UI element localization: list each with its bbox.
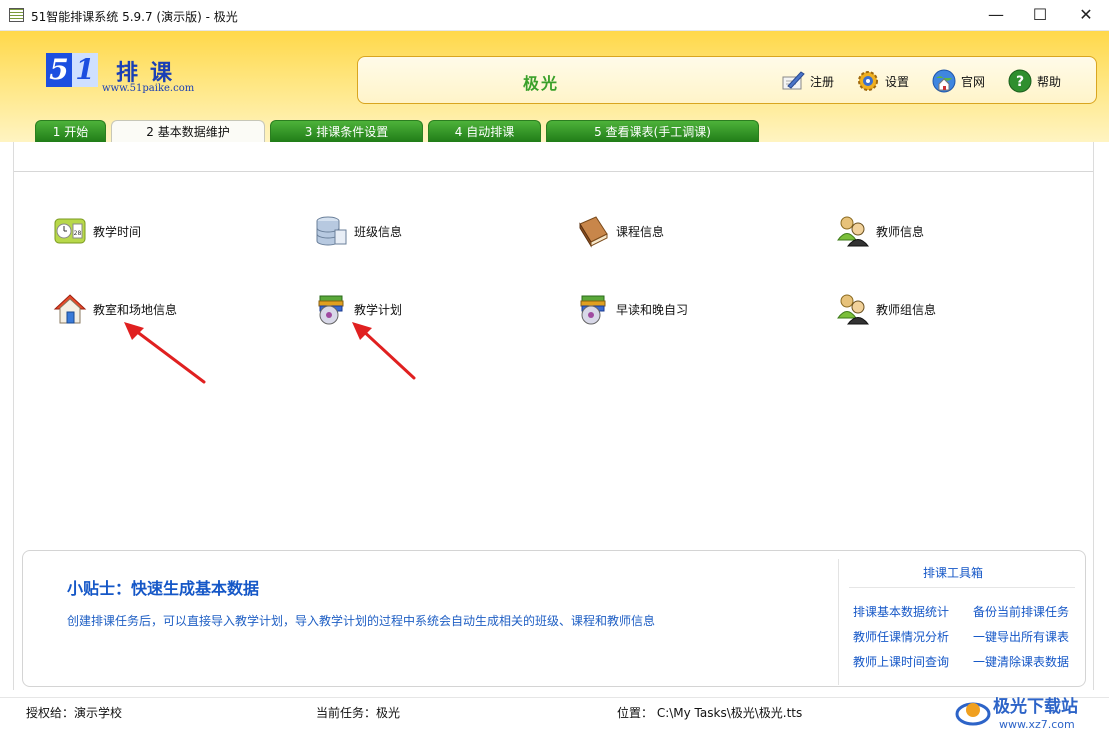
task-toolbar: 极光 注册 设置 官网 ? 帮助 [357, 56, 1097, 104]
teacher-group-item[interactable]: 教师组信息 [836, 291, 936, 327]
status-current-task: 当前任务：极光 [316, 706, 401, 720]
toolbox-title: 排课工具箱 [923, 566, 984, 580]
tab-basic-data[interactable]: 2 基本数据维护 [111, 120, 265, 144]
tab-scheduling-conditions[interactable]: 3 排课条件设置 [270, 120, 423, 143]
svg-text:28: 28 [74, 230, 82, 237]
title-bar: 51智能排课系统 5.9.7 (演示版) - 极光 — ☐ ✕ [0, 0, 1109, 31]
help-label: 帮助 [1037, 74, 1062, 89]
teaching-plan-label: 教学计划 [354, 302, 403, 317]
link-clear-timetable-data[interactable]: 一键清除课表数据 [973, 653, 1069, 670]
tips-box: 小贴士：快速生成基本数据 创建排课任务后，可以直接导入教学计划，导入教学计划的过… [22, 550, 1086, 687]
annotation-arrow-2 [352, 322, 416, 380]
register-icon [780, 68, 806, 94]
class-info-label: 班级信息 [354, 224, 403, 239]
website-label: 官网 [961, 74, 986, 89]
toolbox-rule [849, 587, 1075, 588]
book-icon [576, 214, 610, 248]
status-location: 位置： C:\My Tasks\极光\极光.tts [617, 706, 803, 720]
tips-headline: 小贴士：快速生成基本数据 [67, 579, 260, 598]
help-icon: ? [1007, 68, 1033, 94]
watermark-url: www.xz7.com [999, 718, 1075, 731]
teachers-icon [836, 214, 870, 248]
globe-home-icon [931, 68, 957, 94]
course-info-item[interactable]: 课程信息 [576, 213, 664, 249]
books-disc-icon [576, 292, 610, 326]
header-band: 5 1 排课 www.51paike.com 极光 注册 设置 官网 ? 帮助 … [0, 31, 1109, 144]
watermark-text: 极光下载站 [993, 697, 1078, 717]
teacher-info-item[interactable]: 教师信息 [836, 213, 924, 249]
settings-label: 设置 [885, 74, 910, 89]
link-export-all-timetables[interactable]: 一键导出所有课表 [973, 628, 1069, 645]
class-info-item[interactable]: 班级信息 [314, 213, 402, 249]
logo: 5 1 排课 www.51paike.com [46, 53, 216, 103]
tab-start[interactable]: 1 开始 [35, 120, 106, 143]
register-label: 注册 [810, 74, 835, 89]
register-button[interactable]: 注册 [780, 67, 834, 95]
morning-evening-study-item[interactable]: 早读和晚自习 [576, 291, 688, 327]
logo-digit-1: 1 [72, 53, 98, 87]
link-backup-task[interactable]: 备份当前排课任务 [973, 603, 1069, 620]
annotation-arrow-1 [124, 322, 206, 384]
website-button[interactable]: 官网 [931, 67, 985, 95]
house-icon [53, 292, 87, 326]
svg-text:?: ? [1016, 74, 1024, 90]
teaching-time-label: 教学时间 [93, 224, 142, 239]
course-info-label: 课程信息 [616, 224, 665, 239]
tab-auto-schedule[interactable]: 4 自动排课 [428, 120, 541, 143]
status-bar: 授权给：演示学校 当前任务：极光 位置： C:\My Tasks\极光\极光.t… [0, 697, 1109, 742]
help-button[interactable]: ? 帮助 [1007, 67, 1061, 95]
logo-url: www.51paike.com [102, 83, 195, 94]
link-teacher-load-analysis[interactable]: 教师任课情况分析 [853, 628, 949, 645]
tab-view-timetable[interactable]: 5 查看课表(手工调课) [546, 120, 759, 143]
maximize-button[interactable]: ☐ [1017, 0, 1063, 31]
gear-icon [855, 68, 881, 94]
morning-evening-study-label: 早读和晚自习 [616, 302, 689, 317]
teacher-group-label: 教师组信息 [876, 302, 937, 317]
app-icon [9, 8, 24, 22]
link-teacher-time-query[interactable]: 教师上课时间查询 [853, 653, 949, 670]
teacher-info-label: 教师信息 [876, 224, 925, 239]
minimize-button[interactable]: — [973, 0, 1019, 31]
status-licensed: 授权给：演示学校 [26, 706, 123, 720]
watermark-logo-icon [955, 702, 991, 726]
teaching-time-item[interactable]: 28 教学时间 [53, 213, 141, 249]
close-button[interactable]: ✕ [1063, 0, 1109, 31]
current-task-name: 极光 [523, 74, 560, 93]
settings-button[interactable]: 设置 [855, 67, 909, 95]
window-title: 51智能排课系统 5.9.7 (演示版) - 极光 [31, 10, 238, 24]
books-disc-icon [314, 292, 348, 326]
logo-digit-5: 5 [46, 53, 72, 87]
database-icon [314, 214, 348, 248]
tips-body: 创建排课任务后，可以直接导入教学计划，导入教学计划的过程中系统会自动生成相关的班… [67, 614, 656, 628]
site-watermark: 极光下载站 www.xz7.com [955, 690, 1105, 740]
tips-divider [838, 559, 839, 685]
teacher-group-icon [836, 292, 870, 326]
calendar-clock-icon: 28 [53, 214, 87, 248]
link-basic-data-stats[interactable]: 排课基本数据统计 [853, 603, 949, 620]
classroom-venue-label: 教室和场地信息 [93, 302, 178, 317]
panel-divider [14, 171, 1093, 172]
